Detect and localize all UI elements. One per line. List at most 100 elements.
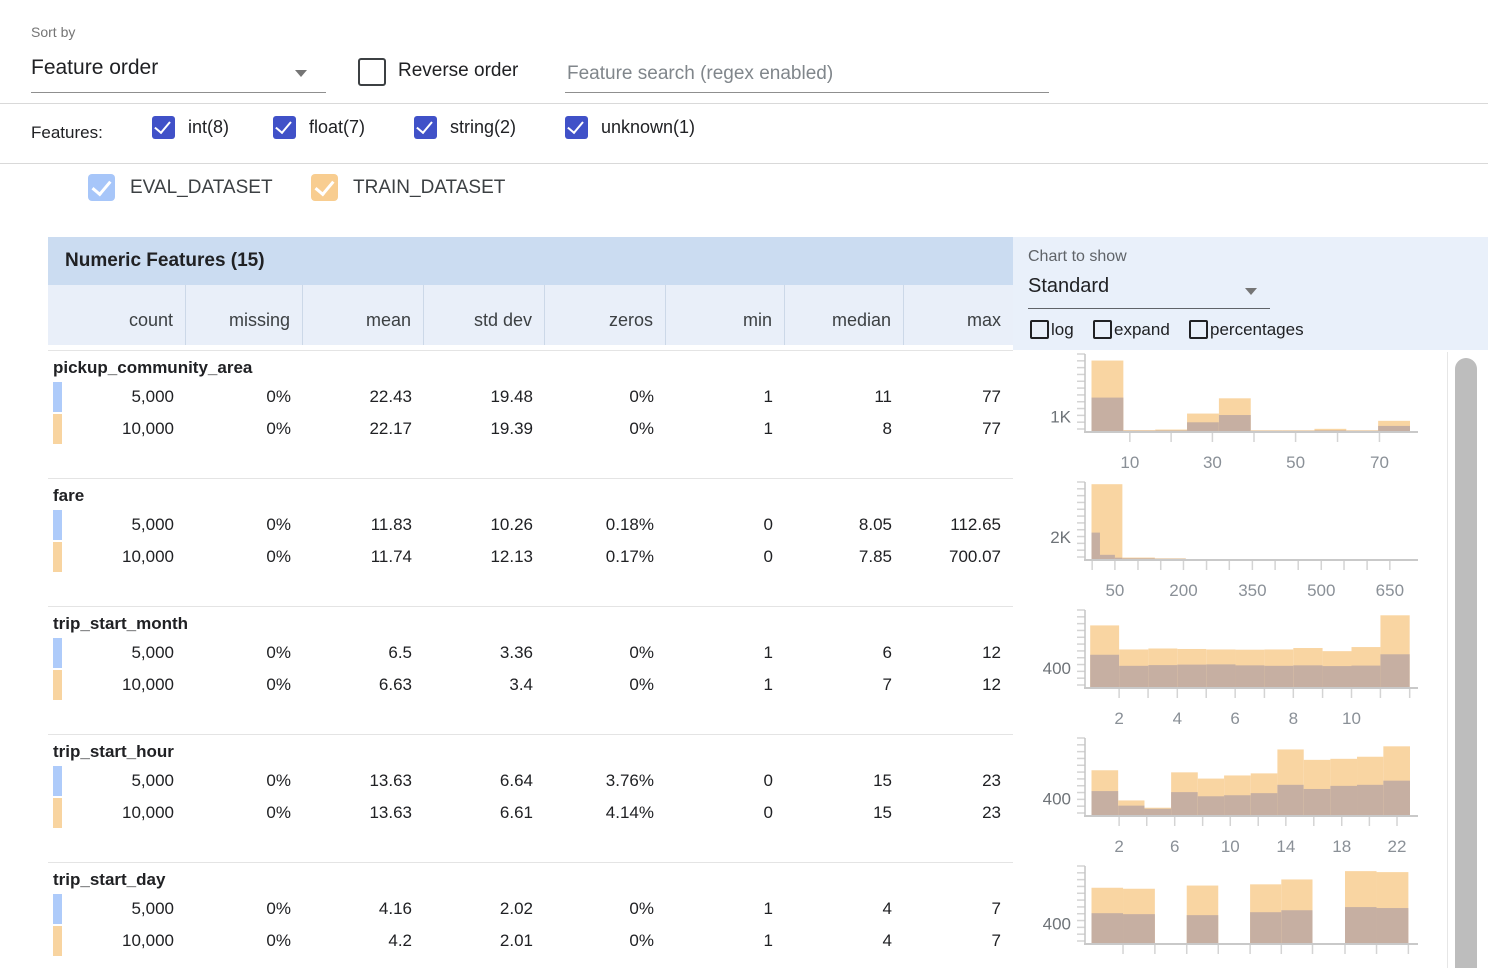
stat-stddev: 2.02 bbox=[424, 893, 545, 925]
stat-median: 4 bbox=[785, 893, 904, 925]
eval-color-chip bbox=[53, 638, 62, 668]
vertical-scrollbar-track[interactable] bbox=[1447, 352, 1488, 968]
sort-by-dropdown[interactable]: Feature order bbox=[31, 56, 326, 90]
eval-color-chip bbox=[53, 766, 62, 796]
eval-stats-row: 5,000 0% 6.5 3.36 0% 1 6 12 bbox=[48, 637, 1013, 669]
feature-name: fare bbox=[48, 479, 1013, 509]
stat-stddev: 6.64 bbox=[424, 765, 545, 797]
train-dataset-checkbox-icon[interactable] bbox=[311, 174, 338, 201]
stat-median: 7 bbox=[785, 669, 904, 701]
svg-text:10: 10 bbox=[1120, 453, 1139, 472]
train-color-chip bbox=[53, 670, 62, 700]
col-header-missing: missing bbox=[186, 285, 303, 345]
vertical-scrollbar-thumb[interactable] bbox=[1455, 358, 1477, 968]
toolbar: Sort by Feature order Reverse order bbox=[0, 0, 1488, 104]
feature-name: trip_start_month bbox=[48, 607, 1013, 637]
histogram-trip_start_month[interactable]: 246810400 bbox=[1013, 606, 1473, 734]
filter-float[interactable]: float(7) bbox=[273, 116, 365, 139]
chart-type-dropdown[interactable]: Standard bbox=[1028, 275, 1109, 298]
eval-dataset-toggle[interactable]: EVAL_DATASET bbox=[88, 174, 273, 201]
svg-text:10: 10 bbox=[1342, 709, 1361, 728]
int-checkbox-icon[interactable] bbox=[152, 116, 175, 139]
string-label: string(2) bbox=[450, 117, 516, 138]
stat-min: 1 bbox=[666, 925, 785, 957]
stat-max: 112.65 bbox=[904, 509, 1013, 541]
histogram-trip_start_day[interactable]: 400 bbox=[1013, 862, 1473, 968]
expand-checkbox[interactable] bbox=[1093, 320, 1112, 339]
filter-string[interactable]: string(2) bbox=[414, 116, 516, 139]
stat-stddev: 6.61 bbox=[424, 797, 545, 829]
stat-mean: 13.63 bbox=[303, 765, 424, 797]
train-stats-row: 10,000 0% 6.63 3.4 0% 1 7 12 bbox=[48, 669, 1013, 701]
train-color-chip bbox=[53, 798, 62, 828]
stat-count: 5,000 bbox=[48, 509, 186, 541]
percentages-checkbox[interactable] bbox=[1189, 320, 1208, 339]
stat-median: 8 bbox=[785, 413, 904, 445]
stat-max: 12 bbox=[904, 637, 1013, 669]
stat-max: 77 bbox=[904, 381, 1013, 413]
stat-mean: 11.83 bbox=[303, 509, 424, 541]
histogram-pickup_community_area[interactable]: 103050701K bbox=[1013, 350, 1473, 478]
feature-name: pickup_community_area bbox=[48, 351, 1013, 381]
datasets-bar: EVAL_DATASET TRAIN_DATASET bbox=[0, 164, 1488, 234]
stat-missing: 0% bbox=[186, 381, 303, 413]
float-checkbox-icon[interactable] bbox=[273, 116, 296, 139]
eval-dataset-checkbox-icon[interactable] bbox=[88, 174, 115, 201]
stat-max: 23 bbox=[904, 765, 1013, 797]
sort-by-label: Sort by bbox=[31, 24, 75, 40]
svg-text:14: 14 bbox=[1276, 837, 1295, 856]
svg-text:70: 70 bbox=[1370, 453, 1389, 472]
reverse-order-checkbox[interactable] bbox=[358, 58, 386, 86]
int-label: int(8) bbox=[188, 117, 229, 138]
stat-zeros: 0% bbox=[545, 925, 666, 957]
stat-max: 77 bbox=[904, 413, 1013, 445]
svg-text:50: 50 bbox=[1105, 581, 1124, 600]
stat-missing: 0% bbox=[186, 765, 303, 797]
stat-median: 11 bbox=[785, 381, 904, 413]
svg-text:8: 8 bbox=[1289, 709, 1298, 728]
stat-max: 7 bbox=[904, 925, 1013, 957]
col-header-stddev: std dev bbox=[424, 285, 545, 345]
feature-block-trip_start_month: trip_start_month 5,000 0% 6.5 3.36 0% 1 … bbox=[48, 606, 1013, 734]
stat-mean: 22.17 bbox=[303, 413, 424, 445]
svg-text:200: 200 bbox=[1169, 581, 1197, 600]
stat-missing: 0% bbox=[186, 413, 303, 445]
filter-unknown[interactable]: unknown(1) bbox=[565, 116, 695, 139]
stat-missing: 0% bbox=[186, 797, 303, 829]
stat-stddev: 2.01 bbox=[424, 925, 545, 957]
log-checkbox[interactable] bbox=[1030, 320, 1049, 339]
stat-stddev: 12.13 bbox=[424, 541, 545, 573]
stat-stddev: 3.4 bbox=[424, 669, 545, 701]
string-checkbox-icon[interactable] bbox=[414, 116, 437, 139]
chevron-down-icon bbox=[295, 70, 307, 77]
stat-missing: 0% bbox=[186, 893, 303, 925]
stat-mean: 6.63 bbox=[303, 669, 424, 701]
stat-mean: 13.63 bbox=[303, 797, 424, 829]
eval-color-chip bbox=[53, 894, 62, 924]
stat-mean: 4.16 bbox=[303, 893, 424, 925]
stat-zeros: 0% bbox=[545, 381, 666, 413]
column-headers: count missing mean std dev zeros min med… bbox=[48, 285, 1013, 345]
features-label: Features: bbox=[31, 123, 103, 143]
train-color-chip bbox=[53, 414, 62, 444]
stat-min: 1 bbox=[666, 413, 785, 445]
stat-zeros: 4.14% bbox=[545, 797, 666, 829]
unknown-checkbox-icon[interactable] bbox=[565, 116, 588, 139]
feature-search-input[interactable] bbox=[565, 56, 1049, 93]
stat-count: 10,000 bbox=[48, 925, 186, 957]
histogram-fare[interactable]: 502003505006502K bbox=[1013, 478, 1473, 606]
eval-dataset-label: EVAL_DATASET bbox=[130, 177, 273, 199]
expand-label: expand bbox=[1114, 320, 1170, 340]
filter-int[interactable]: int(8) bbox=[152, 116, 229, 139]
stat-min: 1 bbox=[666, 381, 785, 413]
percentages-label: percentages bbox=[1210, 320, 1304, 340]
train-stats-row: 10,000 0% 4.2 2.01 0% 1 4 7 bbox=[48, 925, 1013, 957]
unknown-label: unknown(1) bbox=[601, 117, 695, 138]
stat-max: 23 bbox=[904, 797, 1013, 829]
histogram-trip_start_hour[interactable]: 2610141822400 bbox=[1013, 734, 1473, 862]
train-dataset-label: TRAIN_DATASET bbox=[353, 177, 505, 199]
stat-mean: 4.2 bbox=[303, 925, 424, 957]
train-dataset-toggle[interactable]: TRAIN_DATASET bbox=[311, 174, 505, 201]
col-header-zeros: zeros bbox=[545, 285, 666, 345]
col-header-count: count bbox=[48, 285, 186, 345]
